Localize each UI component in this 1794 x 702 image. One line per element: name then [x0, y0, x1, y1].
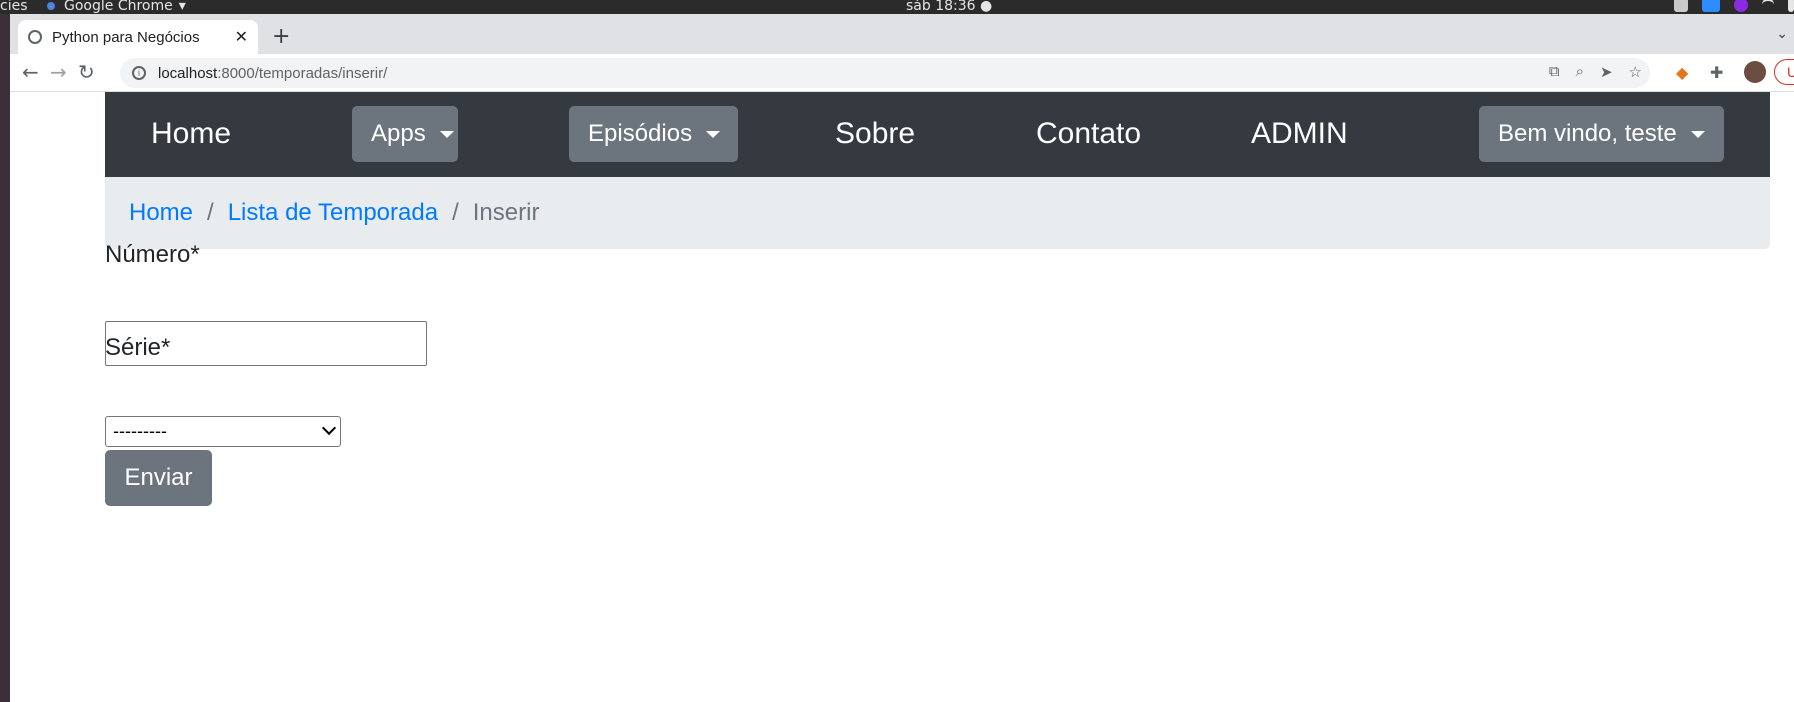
nav-contato-link[interactable]: Contato — [1036, 114, 1141, 154]
update-button[interactable]: Up — [1774, 59, 1794, 85]
user-menu-dropdown[interactable]: Bem vindo, teste — [1479, 106, 1724, 162]
os-top-bar: cies Google Chrome ▾ sáb 18:36 ● — [0, 0, 1794, 14]
breadcrumb-home-link[interactable]: Home — [129, 199, 193, 227]
app-menu-label: Google Chrome — [64, 0, 173, 14]
site-info-icon[interactable]: i — [132, 66, 146, 80]
metamask-icon[interactable]: ◆ — [1676, 63, 1688, 82]
caret-down-icon — [706, 130, 721, 138]
app-menu-caret-icon: ▾ — [178, 0, 186, 14]
send-icon[interactable]: ➤ — [1600, 63, 1613, 81]
dock-edge — [0, 14, 10, 702]
nav-apps-label: Apps — [371, 120, 426, 147]
url-path: :8000/temporadas/inserir/ — [217, 64, 388, 82]
translate-icon[interactable]: ⧉ — [1549, 63, 1560, 81]
site-navbar: Home Apps Episódios Sobre Contato ADMIN … — [105, 92, 1770, 177]
omnibox-actions: ⧉ ⌕ ➤ ☆ — [1549, 63, 1642, 81]
nav-admin-link[interactable]: ADMIN — [1251, 114, 1348, 154]
serie-select[interactable]: --------- — [105, 416, 341, 447]
nav-episodios-label: Episódios — [588, 120, 693, 147]
breadcrumb-current: Inserir — [472, 199, 540, 226]
tab-close-icon[interactable]: ✕ — [235, 27, 248, 47]
back-arrow-icon[interactable]: ← — [22, 60, 39, 84]
tab-title: Python para Negócios — [52, 28, 200, 46]
reload-icon[interactable]: ↻ — [78, 60, 95, 84]
nav-sobre-link[interactable]: Sobre — [835, 114, 915, 154]
chrome-logo-icon — [44, 0, 58, 13]
wifi-icon[interactable] — [1762, 0, 1774, 12]
user-menu-label: Bem vindo, teste — [1498, 120, 1677, 147]
serie-label: Série* — [105, 334, 171, 361]
tab-search-chevron-icon[interactable]: ⌄ — [1776, 26, 1788, 42]
breadcrumb-list-link[interactable]: Lista de Temporada — [228, 199, 438, 227]
nav-apps-dropdown[interactable]: Apps — [352, 106, 458, 162]
tray-firefox-icon[interactable] — [1734, 0, 1748, 12]
caret-down-icon — [439, 130, 454, 138]
new-tab-button[interactable]: + — [272, 24, 290, 49]
caret-down-icon — [1690, 130, 1705, 138]
forward-arrow-icon[interactable]: → — [50, 60, 67, 84]
breadcrumb-separator: / — [452, 199, 459, 226]
clock[interactable]: sáb 18:36 ● — [906, 0, 992, 14]
nav-home-link[interactable]: Home — [151, 114, 231, 154]
page-content: Home Apps Episódios Sobre Contato ADMIN … — [10, 92, 1794, 702]
breadcrumb-separator: / — [207, 199, 214, 226]
submit-button[interactable]: Enviar — [105, 450, 212, 506]
extensions-puzzle-icon[interactable]: ✚ — [1710, 63, 1723, 82]
browser-tab[interactable]: Python para Negócios ✕ — [18, 20, 258, 54]
serie-selected-value: --------- — [113, 421, 167, 441]
breadcrumb: Home / Lista de Temporada / Inserir — [105, 177, 1770, 249]
numero-label: Número* — [105, 241, 200, 268]
tab-strip: Python para Negócios ✕ + ⌄ — [10, 14, 1794, 54]
browser-toolbar: ← → ↻ i localhost:8000/temporadas/inseri… — [10, 54, 1794, 92]
tray-app-icon[interactable] — [1674, 0, 1688, 12]
volume-icon[interactable] — [1788, 0, 1794, 12]
address-bar[interactable]: i localhost:8000/temporadas/inserir/ ⧉ ⌕… — [120, 58, 1650, 88]
zoom-magnifier-icon[interactable]: ⌕ — [1576, 63, 1584, 81]
app-menu[interactable]: Google Chrome ▾ — [44, 0, 186, 14]
bookmark-star-icon[interactable]: ☆ — [1629, 63, 1642, 81]
profile-avatar[interactable] — [1744, 61, 1766, 83]
chevron-down-icon — [321, 420, 337, 436]
globe-icon — [28, 30, 42, 44]
zoom-icon[interactable] — [1702, 0, 1720, 12]
activities-button[interactable]: cies — [0, 0, 28, 14]
system-tray — [1674, 0, 1794, 12]
url-host: localhost — [158, 64, 218, 82]
nav-episodios-dropdown[interactable]: Episódios — [569, 106, 738, 162]
